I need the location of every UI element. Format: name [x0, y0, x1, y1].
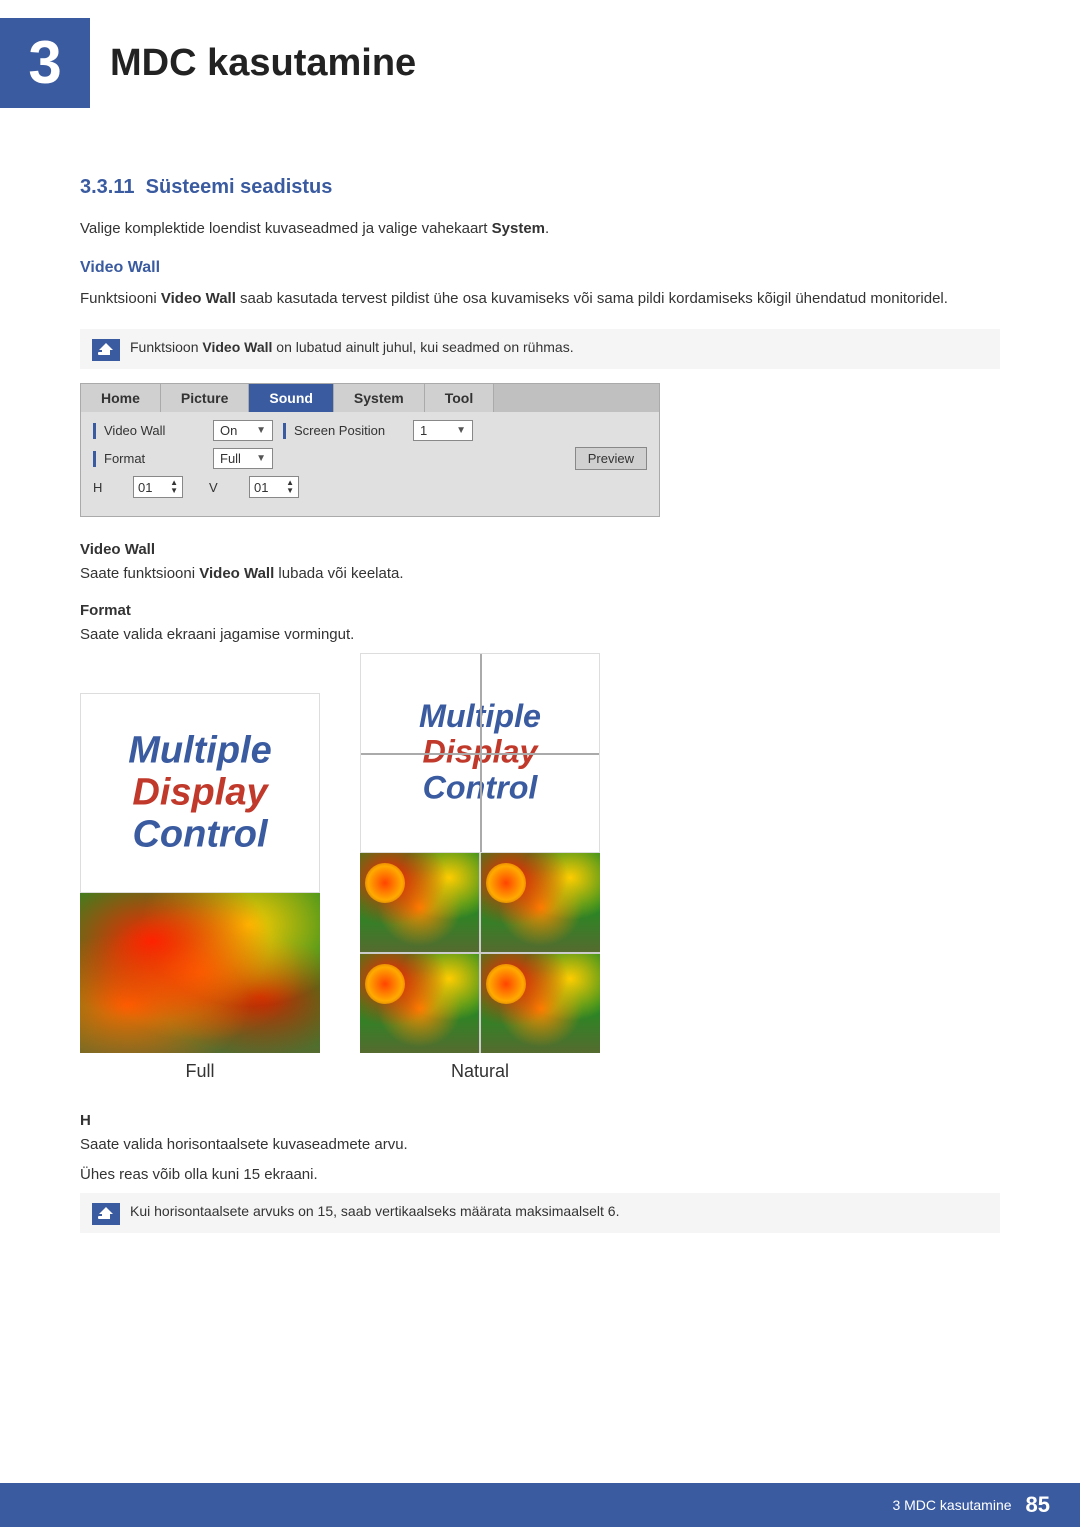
ui-row-format: Format Full ▼ Preview — [93, 447, 647, 470]
note-box-1: Funktsioon Video Wall on lubatud ainult … — [80, 329, 1000, 369]
videowall-sublabel: Video Wall — [80, 541, 1000, 558]
mdc-multiple-1: Multiple — [128, 730, 272, 772]
tab-sound[interactable]: Sound — [249, 384, 334, 412]
main-content: 3.3.11 Süsteemi seadistus Valige komplek… — [0, 126, 1080, 1327]
format-subtext: Saate valida ekraani jagamise vormingut. — [80, 623, 1000, 647]
pencil-icon-2 — [97, 1206, 115, 1222]
video-wall-intro: Funktsiooni Video Wall saab kasutada ter… — [80, 287, 1000, 311]
videowall-value: On — [220, 423, 237, 438]
bar-icon — [93, 423, 96, 439]
photo-cell-1 — [360, 853, 479, 952]
h-arrows: ▲▼ — [170, 479, 178, 495]
footer-text: 3 MDC kasutamine — [892, 1497, 1011, 1513]
bar-icon-2 — [283, 423, 286, 439]
v-value: 01 — [254, 480, 268, 495]
note-text-1: Funktsioon Video Wall on lubatud ainult … — [130, 337, 574, 358]
tab-picture[interactable]: Picture — [161, 384, 249, 412]
format-natural-item: Multiple Display Control Natural — [360, 653, 600, 1082]
format-sublabel: Format — [80, 602, 1000, 619]
footer-page-number: 85 — [1026, 1492, 1050, 1518]
full-label: Full — [185, 1061, 214, 1082]
ui-panel: Home Picture Sound System Tool Video Wal… — [80, 383, 660, 517]
format-value: Full — [220, 451, 241, 466]
videowall-label: Video Wall — [93, 423, 203, 439]
note-text-2: Kui horisontaalsete arvuks on 15, saab v… — [130, 1201, 619, 1222]
format-dropdown[interactable]: Full ▼ — [213, 448, 273, 469]
video-wall-heading: Video Wall — [80, 259, 1000, 277]
section-heading: 3.3.11 Süsteemi seadistus — [80, 176, 1000, 199]
tab-home[interactable]: Home — [81, 384, 161, 412]
videowall-dropdown[interactable]: On ▼ — [213, 420, 273, 441]
ui-body: Video Wall On ▼ Screen Position 1 ▼ — [81, 412, 659, 516]
v-label: V — [209, 480, 239, 495]
section-intro: Valige komplektide loendist kuvaseadmed … — [80, 217, 1000, 241]
photo-cell-2 — [481, 853, 600, 952]
videowall-subtext: Saate funktsiooni Video Wall lubada või … — [80, 562, 1000, 586]
mdc-text-full: Multiple Display Control — [128, 730, 272, 855]
dropdown-arrow-2: ▼ — [456, 425, 466, 436]
v-arrows: ▲▼ — [286, 479, 294, 495]
mdc-display-1: Display — [128, 772, 272, 814]
chapter-number: 3 — [28, 33, 61, 93]
page-footer: 3 MDC kasutamine 85 — [0, 1483, 1080, 1527]
format-natural-graphic: Multiple Display Control — [360, 653, 600, 853]
ui-row-hv: H 01 ▲▼ V 01 ▲▼ — [93, 476, 647, 498]
chapter-number-box: 3 — [0, 18, 90, 108]
format-images: Multiple Display Control Full Multiple D… — [80, 653, 1000, 1082]
v-stepper[interactable]: 01 ▲▼ — [249, 476, 299, 498]
format-label-ui: Format — [93, 451, 203, 467]
format-full-graphic: Multiple Display Control — [80, 693, 320, 893]
page-header: 3 MDC kasutamine — [0, 0, 1080, 126]
dropdown-arrow-3: ▼ — [256, 453, 266, 464]
h-sublabel: H — [80, 1112, 1000, 1129]
h-label: H — [93, 480, 123, 495]
natural-label: Natural — [451, 1061, 509, 1082]
pencil-icon — [97, 342, 115, 358]
h-stepper[interactable]: 01 ▲▼ — [133, 476, 183, 498]
bar-icon-3 — [93, 451, 96, 467]
ui-tabs: Home Picture Sound System Tool — [81, 384, 659, 412]
screen-position-dropdown[interactable]: 1 ▼ — [413, 420, 473, 441]
h-text1: Saate valida horisontaalsete kuvaseadmet… — [80, 1133, 1000, 1157]
screen-position-label: Screen Position — [283, 423, 403, 439]
screen-position-value: 1 — [420, 423, 427, 438]
tab-system[interactable]: System — [334, 384, 425, 412]
photo-cell-3 — [360, 954, 479, 1053]
preview-button[interactable]: Preview — [575, 447, 647, 470]
tab-tool[interactable]: Tool — [425, 384, 495, 412]
ui-row-videowall: Video Wall On ▼ Screen Position 1 ▼ — [93, 420, 647, 441]
h-value: 01 — [138, 480, 152, 495]
note-icon-2 — [92, 1203, 120, 1225]
note-icon-1 — [92, 339, 120, 361]
chapter-title: MDC kasutamine — [110, 42, 416, 85]
mdc-control-1: Control — [128, 814, 272, 856]
dropdown-arrow: ▼ — [256, 425, 266, 436]
flower-photo-full — [80, 893, 320, 1053]
format-full-item: Multiple Display Control Full — [80, 693, 320, 1082]
flower-photo-natural — [360, 853, 600, 1053]
h-text2: Ühes reas võib olla kuni 15 ekraani. — [80, 1163, 1000, 1187]
note-box-2: Kui horisontaalsete arvuks on 15, saab v… — [80, 1193, 1000, 1233]
photo-cell-4 — [481, 954, 600, 1053]
